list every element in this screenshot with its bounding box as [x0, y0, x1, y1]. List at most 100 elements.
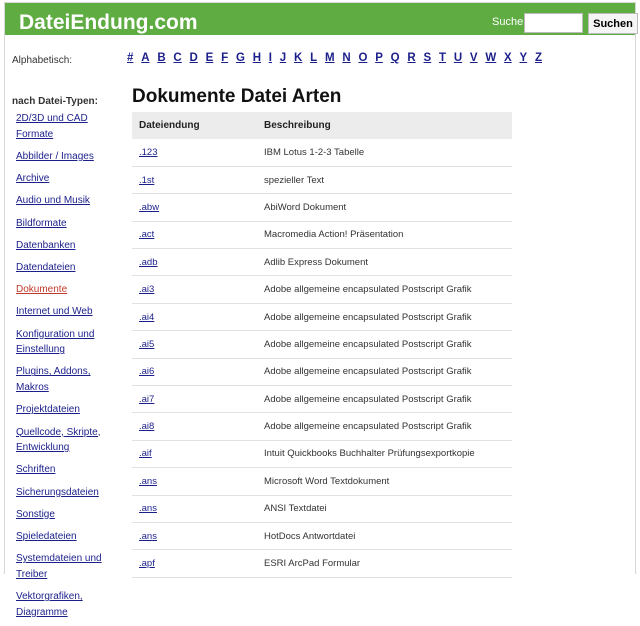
extension-link[interactable]: .aif	[139, 448, 152, 459]
extension-link[interactable]: .ans	[139, 476, 157, 487]
sidebar-link[interactable]: Datendateien	[16, 262, 76, 273]
sidebar-link[interactable]: Bildformate	[16, 218, 67, 229]
sidebar-item: Schriften	[16, 461, 122, 477]
sidebar-link[interactable]: 2D/3D und CAD Formate	[16, 113, 88, 140]
extension-link[interactable]: .ai5	[139, 339, 154, 350]
sidebar-item: Bildformate	[16, 215, 122, 231]
extension-link[interactable]: .adb	[139, 257, 158, 268]
table-row: .ai8 Adobe allgemeine encapsulated Postsc…	[132, 412, 512, 441]
alphabet-label: Alphabetisch:	[12, 55, 73, 66]
extension-link[interactable]: .act	[139, 229, 154, 240]
alphabet-link[interactable]: A	[141, 52, 149, 64]
alphabet-link[interactable]: G	[236, 52, 245, 64]
extension-link[interactable]: .123	[139, 147, 158, 158]
extension-cell: .ans	[132, 495, 258, 523]
alphabet-link[interactable]: S	[424, 52, 432, 64]
extension-link[interactable]: .ai3	[139, 284, 154, 295]
table-header-row: Dateiendung Beschreibung	[132, 112, 512, 139]
table-row: .ai4 Adobe allgemeine encapsulated Postsc…	[132, 303, 512, 332]
site-logo[interactable]: DateiEndung.com	[19, 11, 198, 35]
alphabet-link[interactable]: J	[280, 52, 286, 64]
alphabet-link[interactable]: N	[342, 52, 350, 64]
sidebar-link[interactable]: Plugins, Addons, Makros	[16, 366, 91, 393]
alphabet-link[interactable]: Z	[535, 52, 542, 64]
alphabet-link[interactable]: Q	[391, 52, 400, 64]
table-row: .123 IBM Lotus 1-2-3 Tabelle	[132, 139, 512, 167]
alphabet-link[interactable]: T	[439, 52, 446, 64]
description-cell: IBM Lotus 1-2-3 Tabelle	[258, 139, 512, 167]
description-cell: Adobe allgemeine encapsulated Postscript…	[258, 385, 512, 414]
sidebar-link[interactable]: Abbilder / Images	[16, 151, 94, 162]
alphabet-link[interactable]: R	[407, 52, 415, 64]
sidebar-item: Projektdateien	[16, 401, 122, 417]
description-cell: spezieller Text	[258, 166, 512, 195]
sidebar-link[interactable]: Dokumente	[16, 284, 67, 295]
extension-cell: .abw	[132, 193, 258, 222]
extension-link[interactable]: .ai7	[139, 394, 154, 405]
description-cell: HotDocs Antwortdatei	[258, 522, 512, 551]
description-cell: AbiWord Dokument	[258, 193, 512, 222]
sidebar-link[interactable]: Konfiguration und Einstellung	[16, 329, 94, 356]
extension-cell: .aif	[132, 440, 258, 469]
description-cell: ESRI ArcPad Formular	[258, 549, 512, 578]
alphabet-link[interactable]: M	[325, 52, 335, 64]
extension-link[interactable]: .ai4	[139, 312, 154, 323]
description-cell: Intuit Quickbooks Buchhalter Prüfungsexp…	[258, 440, 512, 469]
extension-link[interactable]: .ai8	[139, 421, 154, 432]
sidebar-item: 2D/3D und CAD Formate	[16, 110, 122, 141]
alphabet-link[interactable]: O	[358, 52, 367, 64]
alphabet-link[interactable]: F	[221, 52, 228, 64]
sidebar-link[interactable]: Datenbanken	[16, 240, 76, 251]
alphabet-link[interactable]: H	[253, 52, 261, 64]
alphabet-link[interactable]: D	[190, 52, 198, 64]
search-button[interactable]: Suchen	[588, 13, 638, 34]
description-cell: Adobe allgemeine encapsulated Postscript…	[258, 275, 512, 304]
sidebar-link[interactable]: Vektorgrafiken, Diagramme	[16, 591, 83, 618]
sidebar-item: Sicherungsdateien	[16, 484, 122, 500]
sidebar-link[interactable]: Quellcode, Skripte, Entwicklung	[16, 427, 101, 454]
extension-link[interactable]: .abw	[139, 202, 159, 213]
extension-cell: .ai7	[132, 385, 258, 414]
alphabet-link[interactable]: U	[454, 52, 462, 64]
table-row: .ans Microsoft Word Textdokument	[132, 467, 512, 496]
alphabet-link[interactable]: E	[206, 52, 214, 64]
search-input[interactable]	[524, 13, 583, 33]
extension-link[interactable]: .ai6	[139, 366, 154, 377]
extension-cell: .1st	[132, 166, 258, 195]
sidebar-link[interactable]: Schriften	[16, 464, 55, 475]
sidebar-link[interactable]: Sonstige	[16, 509, 55, 520]
sidebar-link[interactable]: Sicherungsdateien	[16, 487, 99, 498]
extension-cell: .ai5	[132, 330, 258, 359]
sidebar-link[interactable]: Projektdateien	[16, 404, 80, 415]
alphabet-link[interactable]: P	[375, 52, 383, 64]
alphabet-link[interactable]: #	[127, 52, 133, 64]
alphabet-link[interactable]: C	[173, 52, 181, 64]
alphabet-link[interactable]: L	[310, 52, 317, 64]
sidebar-item: Datenbanken	[16, 237, 122, 253]
table-row: .aif Intuit Quickbooks Buchhalter Prüfung…	[132, 440, 512, 469]
extension-link[interactable]: .ans	[139, 531, 157, 542]
sidebar-link[interactable]: Spieledateien	[16, 531, 77, 542]
sidebar-item: Datendateien	[16, 259, 122, 275]
alphabet-link[interactable]: V	[470, 52, 478, 64]
alphabet-link[interactable]: K	[294, 52, 302, 64]
extension-link[interactable]: .apf	[139, 558, 155, 569]
sidebar-item: Spieledateien	[16, 528, 122, 544]
sidebar-link[interactable]: Internet und Web	[16, 306, 93, 317]
site-header: DateiEndung.com Suche Suchen	[5, 3, 638, 35]
sidebar-link[interactable]: Archive	[16, 173, 49, 184]
sidebar-item: Quellcode, Skripte, Entwicklung	[16, 424, 122, 455]
alphabet-link[interactable]: X	[504, 52, 512, 64]
extension-link[interactable]: .ans	[139, 503, 157, 514]
extension-link[interactable]: .1st	[139, 175, 154, 186]
sidebar-link[interactable]: Audio und Musik	[16, 195, 90, 206]
alphabet-link[interactable]: B	[157, 52, 165, 64]
sidebar-heading: nach Datei-Typen:	[12, 96, 98, 107]
alphabet-link[interactable]: I	[269, 52, 272, 64]
description-cell: Adobe allgemeine encapsulated Postscript…	[258, 330, 512, 359]
alphabet-link[interactable]: Y	[520, 52, 528, 64]
alphabet-link[interactable]: W	[485, 52, 496, 64]
page-title: Dokumente Datei Arten	[132, 86, 342, 107]
table-row: .act Macromedia Action! Präsentation	[132, 221, 512, 250]
sidebar-link[interactable]: Systemdateien und Treiber	[16, 553, 102, 580]
